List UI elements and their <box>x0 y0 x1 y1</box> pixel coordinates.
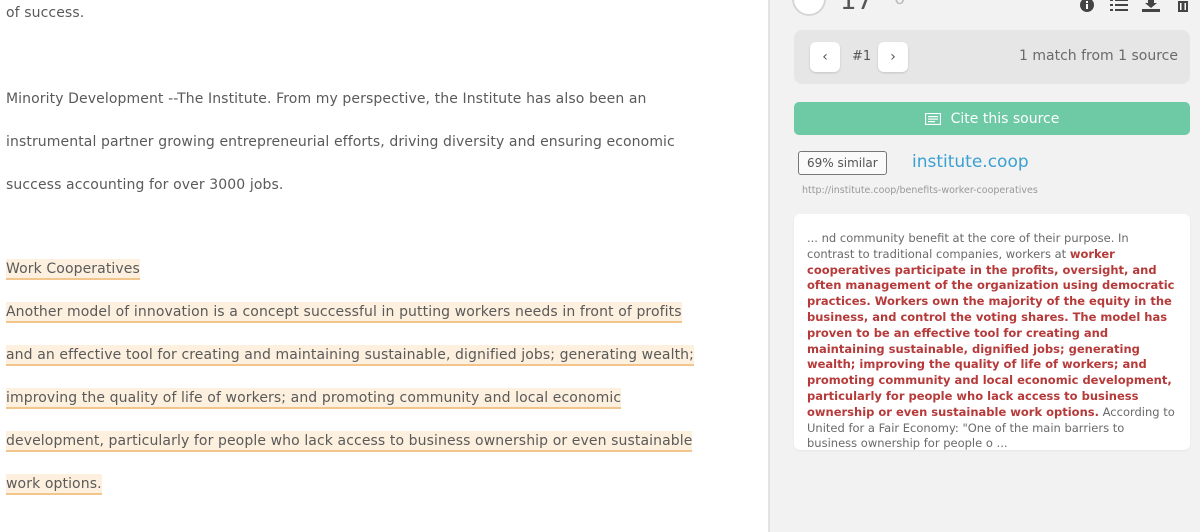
highlighted-line[interactable]: work options. <box>6 474 102 495</box>
match-count: 17 <box>840 0 874 16</box>
document-area: of success. Minority Development --The I… <box>0 0 768 532</box>
list-icon[interactable] <box>1110 0 1128 12</box>
panel-topbar: 17 0 <box>770 0 1200 20</box>
highlighted-line[interactable]: Another model of innovation is a concept… <box>6 302 682 323</box>
toolbar-icons <box>1078 0 1192 12</box>
doc-line: success accounting for over 3000 jobs. <box>6 177 284 193</box>
document-icon <box>924 112 941 125</box>
excerpt-matched-text: worker cooperatives participate in the p… <box>807 246 1175 419</box>
source-url[interactable]: http://institute.coop/benefits-worker-co… <box>802 185 1038 196</box>
source-excerpt: ... nd community benefit at the core of … <box>794 214 1190 450</box>
score-circle <box>792 0 826 16</box>
match-summary: 1 match from 1 source <box>1019 48 1178 64</box>
similarity-badge: 69% similar <box>798 151 887 175</box>
highlighted-line[interactable]: Work Cooperatives <box>6 259 140 280</box>
next-match-button[interactable]: › <box>878 42 908 72</box>
cite-source-button[interactable]: Cite this source <box>794 102 1190 135</box>
plagiarism-panel: 17 0 ‹ #1 › 1 match <box>770 0 1200 532</box>
highlighted-line[interactable]: and an effective tool for creating and m… <box>6 345 694 366</box>
chevron-right-icon: › <box>890 49 896 65</box>
trash-icon[interactable] <box>1174 0 1192 12</box>
chevron-left-icon: ‹ <box>822 49 828 65</box>
match-number: #1 <box>852 49 872 64</box>
highlighted-line[interactable]: development, particularly for people who… <box>6 431 693 452</box>
match-navigator: ‹ #1 › 1 match from 1 source <box>794 30 1190 84</box>
cite-source-label: Cite this source <box>950 110 1060 127</box>
info-icon[interactable] <box>1078 0 1096 12</box>
doc-line: of success. <box>6 5 85 21</box>
source-link[interactable]: institute.coop <box>912 152 1029 172</box>
highlighted-line[interactable]: improving the quality of life of workers… <box>6 388 622 409</box>
secondary-count: 0 <box>894 0 905 9</box>
doc-line: instrumental partner growing entrepreneu… <box>6 134 675 150</box>
previous-match-button[interactable]: ‹ <box>810 42 840 72</box>
download-icon[interactable] <box>1142 0 1160 12</box>
doc-line: Minority Development --The Institute. Fr… <box>6 91 647 107</box>
